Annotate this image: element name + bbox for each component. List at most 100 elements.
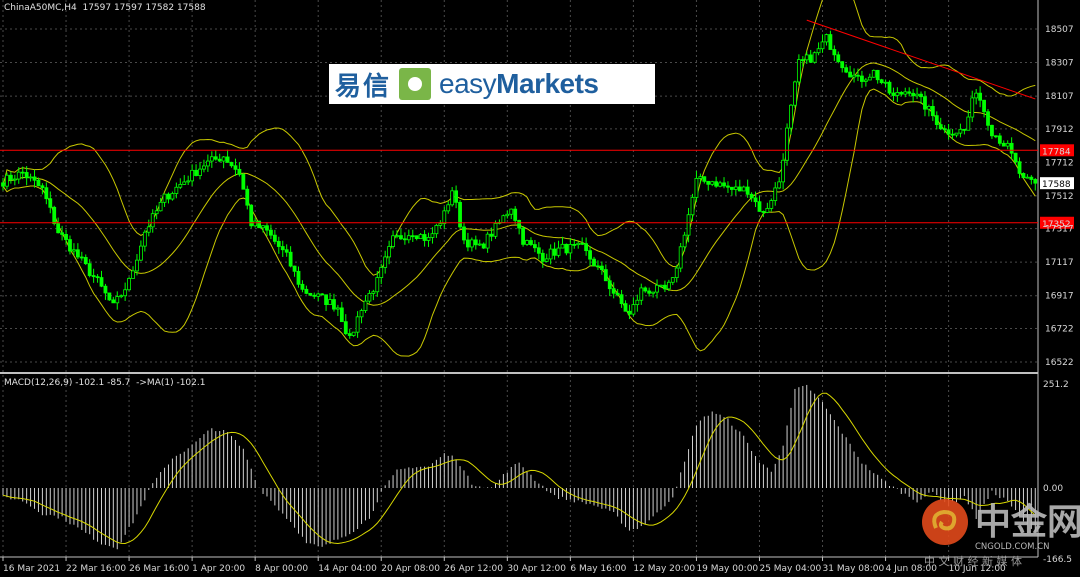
candle-body [150, 213, 155, 228]
candle-body [418, 234, 423, 240]
candle [265, 222, 269, 237]
candle [730, 186, 734, 196]
time-tick-label: 12 May 20:00 [633, 564, 695, 574]
candle [300, 280, 305, 293]
trendline[interactable] [806, 19, 1036, 100]
candle-body [115, 296, 120, 304]
candle [899, 91, 904, 97]
candle-body [462, 226, 466, 241]
macd-ma: ->MA(1) -102.1 [136, 378, 206, 388]
candle-body [1009, 142, 1014, 154]
candle-body [245, 188, 250, 206]
candle [635, 294, 640, 312]
candle-body [158, 201, 163, 212]
candle-body [182, 181, 187, 185]
candle-body [702, 176, 707, 182]
time-tick-label: 8 Apr 00:00 [255, 564, 308, 574]
candle-body [651, 291, 655, 294]
candle [879, 78, 884, 85]
candle [639, 283, 644, 305]
candle-body [824, 34, 829, 43]
candle-body [1013, 152, 1018, 163]
candle-body [836, 54, 841, 63]
candle-body [993, 135, 998, 138]
price-tick-label: 16522 [1045, 358, 1074, 368]
candle [954, 132, 959, 138]
candle-body [639, 287, 644, 301]
candle [257, 220, 262, 229]
candle [186, 175, 191, 186]
candle-body [387, 246, 392, 258]
candle-body [856, 74, 860, 77]
candle [48, 191, 53, 214]
candle [383, 250, 388, 274]
candle-body [564, 243, 569, 254]
candle [284, 244, 289, 257]
candle-body [469, 239, 474, 248]
price-tick-label: 18107 [1045, 92, 1074, 102]
macd-values: -102.1 -85.7 [75, 378, 131, 388]
candle-body [166, 193, 171, 200]
candle-body [513, 208, 518, 221]
candle-body [698, 176, 703, 179]
candle [757, 195, 762, 212]
candle [182, 175, 187, 185]
candle [745, 179, 750, 198]
candle-body [529, 240, 533, 245]
candle-body [339, 307, 344, 323]
candle-body [950, 133, 955, 136]
candle [923, 91, 927, 117]
candle-body [111, 299, 116, 304]
candle [119, 294, 124, 299]
candle [241, 172, 246, 190]
candle [690, 193, 695, 222]
candle-body [635, 299, 640, 306]
candle [663, 280, 667, 293]
candle-body [816, 48, 821, 54]
candle [1005, 140, 1010, 150]
candle [867, 73, 872, 81]
candle [442, 206, 447, 230]
candle-body [879, 79, 884, 84]
candle [832, 45, 837, 61]
candle-body [359, 310, 364, 318]
candle [891, 87, 896, 102]
candle [643, 286, 648, 293]
symbol-label: ChinaA50MC,H4 [4, 3, 77, 13]
candle-body [982, 99, 986, 113]
candle-body [12, 178, 17, 181]
candle-body [371, 291, 376, 294]
logo-en: easyMarkets [439, 68, 599, 100]
logo-en-bold: Markets [496, 68, 599, 99]
time-tick-label: 26 Mar 16:00 [129, 564, 189, 574]
time-tick-label: 30 Apr 12:00 [507, 564, 566, 574]
candle [477, 239, 482, 247]
candle-body [607, 280, 612, 290]
candle-body [647, 290, 652, 294]
candle-body [178, 184, 183, 188]
candle-body [355, 316, 360, 333]
candle [978, 86, 983, 108]
candle [363, 294, 368, 313]
candle [1001, 140, 1006, 147]
candle [466, 232, 470, 252]
candle-body [615, 292, 620, 296]
candle [205, 154, 210, 172]
candle-body [934, 115, 939, 125]
time-tick-label: 26 Apr 12:00 [444, 564, 503, 574]
candle [513, 206, 518, 224]
candle-body [919, 93, 923, 98]
candle-body [737, 186, 742, 192]
candle [820, 34, 825, 53]
candle [269, 224, 273, 240]
candle-body [777, 181, 782, 189]
candle-body [899, 92, 904, 95]
candle [769, 198, 774, 212]
candle-body [75, 249, 80, 258]
candle-body [556, 247, 561, 256]
candle-body [891, 92, 896, 96]
candle [946, 123, 951, 140]
candle-body [434, 225, 439, 235]
candle [895, 87, 900, 103]
candle [343, 314, 348, 336]
